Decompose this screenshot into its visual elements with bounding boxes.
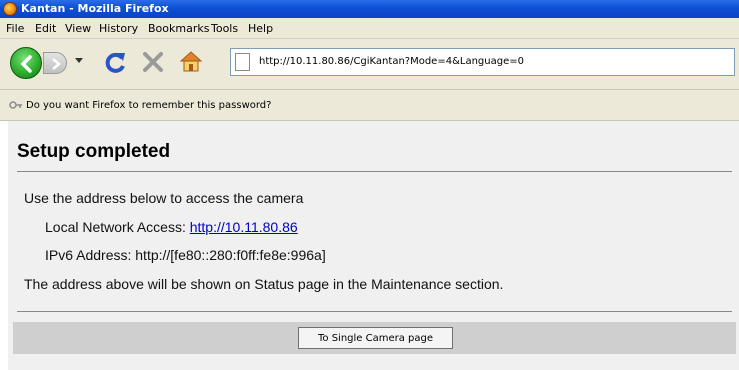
menu-bookmarks[interactable]: Bookmarks [148,22,209,35]
button-bar: To Single Camera page [13,322,736,354]
access-intro: Use the address below to access the came… [24,190,304,206]
back-button[interactable] [10,47,42,79]
menu-tools[interactable]: Tools [211,22,238,35]
window-titlebar: Kantan - Mozilla Firefox [0,0,739,18]
single-camera-button[interactable]: To Single Camera page [298,327,453,349]
window-title: Kantan - Mozilla Firefox [21,2,169,15]
ipv6-address: IPv6 Address: http://[fe80::280:f0ff:fe8… [45,247,326,263]
stop-icon[interactable] [141,50,165,74]
title-divider [17,171,732,172]
menu-edit[interactable]: Edit [35,22,56,35]
page-content: Setup completed Use the address below to… [8,121,739,370]
status-note: The address above will be shown on Statu… [24,276,504,292]
forward-arrow-icon [52,58,61,70]
firefox-icon [3,2,17,16]
home-icon[interactable] [178,49,204,73]
forward-button[interactable] [43,52,67,74]
page-title: Setup completed [17,141,171,162]
menu-view[interactable]: View [65,22,91,35]
address-url[interactable]: http://10.11.80.86/CgiKantan?Mode=4&Lang… [259,56,524,67]
navigation-toolbar: http://10.11.80.86/CgiKantan?Mode=4&Lang… [0,39,739,90]
local-access-link[interactable]: http://10.11.80.86 [190,219,298,235]
footer-divider [17,311,732,312]
address-bar[interactable]: http://10.11.80.86/CgiKantan?Mode=4&Lang… [230,48,735,76]
key-icon [9,101,22,109]
reload-icon[interactable] [103,50,127,76]
menu-bar: File Edit View History Bookmarks Tools H… [0,18,739,39]
local-access-row: Local Network Access: http://10.11.80.86 [45,219,298,235]
page-icon [235,53,250,71]
history-dropdown-icon[interactable] [74,57,84,65]
menu-file[interactable]: File [6,22,24,35]
menu-history[interactable]: History [99,22,138,35]
back-arrow-icon [20,55,32,73]
password-notification-bar: Do you want Firefox to remember this pas… [0,90,739,121]
local-access-label: Local Network Access: [45,219,190,235]
notification-message: Do you want Firefox to remember this pas… [26,100,272,111]
menu-help[interactable]: Help [248,22,273,35]
